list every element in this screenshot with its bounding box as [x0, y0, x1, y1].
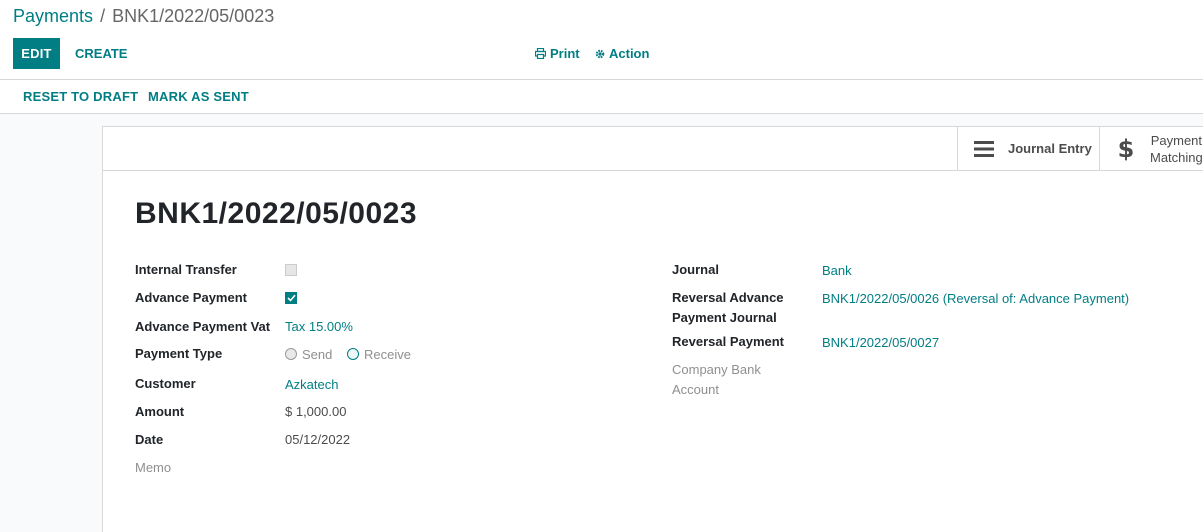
action-label: Action [609, 46, 650, 61]
advance-payment-checkbox[interactable] [285, 292, 297, 304]
payment-matching-label: Payment Matching [1150, 132, 1203, 166]
internal-transfer-checkbox[interactable] [285, 264, 297, 276]
company-bank-label-line1: Company Bank [672, 362, 761, 377]
payment-type-label: Payment Type [135, 346, 223, 361]
memo-label: Memo [135, 460, 172, 475]
dollar-icon: $ [1117, 134, 1135, 163]
check-icon [286, 294, 296, 302]
action-dropdown[interactable]: Action [595, 38, 649, 69]
form-statusbar: RESET TO DRAFT MARK AS SENT [0, 80, 1203, 114]
payment-matching-line2: Matching [1150, 149, 1203, 165]
radio-receive[interactable] [347, 348, 359, 360]
journal-label: Journal [672, 262, 719, 277]
company-bank-label-line2: Account [672, 382, 719, 397]
print-button[interactable]: Print [535, 38, 580, 69]
create-button[interactable]: CREATE [66, 38, 136, 69]
mark-as-sent-button[interactable]: MARK AS SENT [138, 80, 259, 113]
internal-transfer-label: Internal Transfer [135, 262, 237, 277]
journal-entry-smart-button[interactable]: Journal Entry [957, 127, 1099, 170]
reversal-advance-label-line1: Reversal Advance [672, 290, 784, 305]
form-sheet: Journal Entry $ Payment Matching BNK1/20… [102, 126, 1203, 532]
customer-label: Customer [135, 376, 196, 391]
reversal-payment-label: Reversal Payment [672, 334, 785, 349]
print-icon [535, 48, 546, 59]
advance-payment-vat-label: Advance Payment Vat [135, 319, 271, 334]
amount-value: $ 1,000.00 [285, 404, 347, 419]
breadcrumb-current: BNK1/2022/05/0023 [112, 6, 275, 26]
company-bank-account-label: Company Bank Account [672, 360, 761, 400]
list-icon [974, 139, 994, 159]
breadcrumb: Payments / BNK1/2022/05/0023 [13, 6, 274, 27]
reversal-advance-label-line2: Payment Journal [672, 310, 777, 325]
smart-button-box: Journal Entry $ Payment Matching [103, 127, 1203, 171]
advance-payment-vat-value[interactable]: Tax 15.00% [285, 317, 353, 337]
edit-button[interactable]: EDIT [13, 38, 60, 69]
payment-type-send-label: Send [302, 346, 333, 362]
breadcrumb-payments-link[interactable]: Payments [13, 6, 93, 26]
date-value: 05/12/2022 [285, 432, 351, 447]
payment-matching-line1: Payment [1150, 132, 1203, 148]
gear-icon [595, 49, 605, 59]
reset-to-draft-button[interactable]: RESET TO DRAFT [13, 80, 148, 113]
journal-entry-label: Journal Entry [1008, 141, 1092, 156]
reversal-advance-label: Reversal Advance Payment Journal [672, 288, 784, 328]
payment-type-receive-option[interactable]: Receive [347, 344, 411, 364]
reversal-payment-value[interactable]: BNK1/2022/05/0027 [822, 333, 939, 353]
reversal-advance-value[interactable]: BNK1/2022/05/0026 (Reversal of: Advance … [822, 289, 1129, 309]
payment-type-send-option[interactable]: Send [285, 344, 332, 364]
amount-label: Amount [135, 404, 185, 419]
journal-value[interactable]: Bank [822, 261, 852, 281]
print-label: Print [550, 46, 580, 61]
payment-matching-smart-button[interactable]: $ Payment Matching [1099, 127, 1203, 170]
radio-send[interactable] [285, 348, 297, 360]
record-title: BNK1/2022/05/0023 [135, 197, 418, 230]
advance-payment-label: Advance Payment [135, 290, 247, 305]
breadcrumb-separator: / [100, 6, 106, 26]
customer-value[interactable]: Azkatech [285, 375, 338, 395]
payment-type-receive-label: Receive [364, 346, 411, 362]
date-label: Date [135, 432, 164, 447]
